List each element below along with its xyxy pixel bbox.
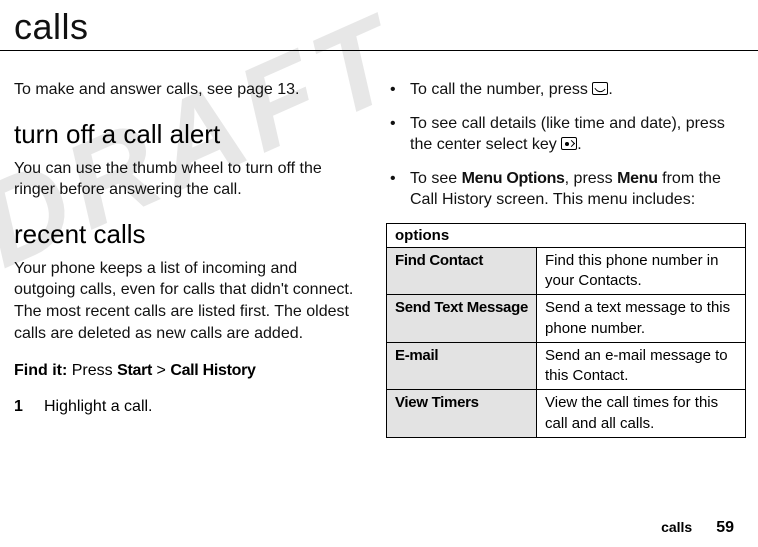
section-recent-body: Your phone keeps a list of incoming and … [14, 258, 358, 344]
right-column: To call the number, press . To see call … [380, 79, 746, 438]
options-table: options Find Contact Find this phone num… [386, 223, 746, 438]
bullet3-pre: To see [410, 170, 462, 187]
bullet3-bold2: Menu [617, 170, 658, 187]
bullet3-mid: , press [565, 170, 617, 187]
bullet-call-number: To call the number, press . [386, 79, 746, 101]
row-desc-send-text: Send a text message to this phone number… [537, 295, 746, 343]
page-footer: calls 59 [661, 519, 734, 537]
find-it-dest: Call History [170, 362, 255, 379]
step-1-number: 1 [14, 398, 44, 416]
page-title: calls [0, 0, 758, 51]
section-turn-off-body: You can use the thumb wheel to turn off … [14, 158, 358, 201]
table-row: E-mail Send an e-mail message to this Co… [387, 342, 746, 390]
find-it-label: Find it: [14, 362, 67, 379]
step-1: 1 Highlight a call. [14, 398, 358, 416]
row-desc-find-contact: Find this phone number in your Contacts. [537, 247, 746, 295]
table-row: Send Text Message Send a text message to… [387, 295, 746, 343]
bullet1-post: . [608, 81, 612, 98]
section-turn-off-alert: turn off a call alert [14, 119, 358, 150]
find-it-start: Start [117, 362, 152, 379]
footer-page-number: 59 [716, 519, 734, 537]
bullet-call-details: To see call details (like time and date)… [386, 113, 746, 156]
left-column: To make and answer calls, see page 13. t… [14, 79, 380, 438]
row-desc-email: Send an e-mail message to this Contact. [537, 342, 746, 390]
row-label-email: E-mail [387, 342, 537, 390]
bullet3-bold1: Menu Options [462, 170, 565, 187]
table-row: Find Contact Find this phone number in y… [387, 247, 746, 295]
center-select-key-icon [561, 137, 577, 150]
row-desc-view-timers: View the call times for this call and al… [537, 390, 746, 438]
section-recent-calls: recent calls [14, 219, 358, 250]
content-columns: To make and answer calls, see page 13. t… [0, 79, 758, 438]
find-it-line: Find it: Press Start > Call History [14, 362, 358, 380]
footer-page-name: calls [661, 519, 692, 535]
step-1-text: Highlight a call. [44, 398, 358, 416]
bullet2-post: . [577, 136, 581, 153]
table-row: View Timers View the call times for this… [387, 390, 746, 438]
row-label-send-text: Send Text Message [387, 295, 537, 343]
bullet1-pre: To call the number, press [410, 81, 592, 98]
row-label-find-contact: Find Contact [387, 247, 537, 295]
bullet-list: To call the number, press . To see call … [386, 79, 746, 211]
intro-text: To make and answer calls, see page 13. [14, 79, 358, 101]
row-label-view-timers: View Timers [387, 390, 537, 438]
phone-key-icon [592, 82, 608, 95]
find-it-pre: Press [67, 362, 117, 379]
options-table-header: options [387, 223, 746, 247]
bullet-menu-options: To see Menu Options, press Menu from the… [386, 168, 746, 211]
find-it-sep: > [152, 362, 170, 379]
